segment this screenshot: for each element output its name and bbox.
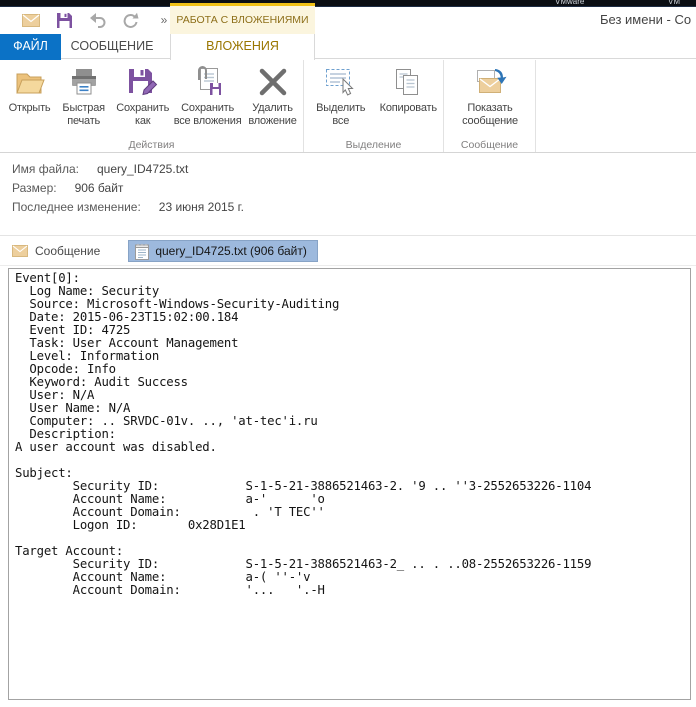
show-message-button[interactable]: Показать сообщение [448,61,532,137]
attachment-chip-selected[interactable]: query_ID4725.txt (906 байт) [128,240,318,262]
file-modified-value: 23 июня 2015 г. [159,200,244,214]
button-label: Сохранить все вложения [174,102,242,128]
ribbon-group-label: Выделение [304,139,443,151]
file-size-label: Размер: [12,181,57,195]
vmware-host-bar: VMware VM [0,0,696,7]
button-label: Выделить все [316,102,365,128]
file-modified-label: Последнее изменение: [12,200,141,214]
undo-icon[interactable] [88,11,106,29]
file-name-row: Имя файла: query_ID4725.txt [12,162,696,181]
window-title: Без имени - Со [600,12,691,27]
select-all-button[interactable]: Выделить все [308,61,374,137]
message-view-label: Сообщение [35,244,100,258]
mail-icon [12,245,28,257]
save-all-attachments-icon [191,64,225,100]
ribbon-tab-row: ФАЙЛ СООБЩЕНИЕ ВЛОЖЕНИЯ [0,34,696,59]
show-message-icon [473,64,507,100]
title-bar: » Без имени - Со [0,7,696,33]
text-file-icon [135,243,149,260]
save-as-icon [127,64,159,100]
save-all-attachments-button[interactable]: Сохранить все вложения [173,61,242,137]
mail-icon[interactable] [22,11,40,29]
button-label: Сохранить как [116,102,169,128]
tab-message[interactable]: СООБЩЕНИЕ [61,34,163,59]
open-button[interactable]: Открыть [4,61,55,137]
ribbon-group-label: Действия [0,139,303,151]
quick-print-icon [69,64,99,100]
button-label: Удалить вложение [248,102,296,128]
attachment-chip-label: query_ID4725.txt (906 байт) [155,244,307,258]
attachment-strip: Сообщение query_ID4725.txt (906 байт) [0,237,696,266]
tab-attachments[interactable]: ВЛОЖЕНИЯ [170,34,315,60]
ribbon-group-selection: Выделить все Копировать Выделение [304,60,444,152]
button-label: Показать сообщение [462,102,518,128]
attachment-text-content: Event[0]: Log Name: Security Source: Mic… [15,272,690,597]
vmware-label: VMware [555,0,584,6]
copy-button[interactable]: Копировать [374,61,443,137]
attachment-preview-pane[interactable]: Event[0]: Log Name: Security Source: Mic… [8,268,691,700]
file-size-row: Размер: 906 байт [12,181,696,200]
save-icon[interactable] [55,11,73,29]
file-info-panel: Имя файла: query_ID4725.txt Размер: 906 ба… [0,154,696,236]
contextual-tab-header: РАБОТА С ВЛОЖЕНИЯМИ [170,3,315,34]
quick-access-toolbar: » [22,7,172,33]
open-folder-icon [14,64,46,100]
save-as-button[interactable]: Сохранить как [112,61,173,137]
copy-icon [393,64,423,100]
vmware-label: VM [668,0,680,6]
ribbon-group-actions: Открыть Быстрая печать Сохранить как Сох… [0,60,304,152]
file-size-value: 906 байт [75,181,124,195]
delete-attachment-icon [258,64,288,100]
button-label: Открыть [9,102,51,115]
tab-file[interactable]: ФАЙЛ [0,34,61,60]
ribbon-group-message: Показать сообщение Сообщение [444,60,536,152]
button-label: Быстрая печать [62,102,104,128]
quick-print-button[interactable]: Быстрая печать [55,61,112,137]
select-all-icon [324,64,358,100]
file-name-value: query_ID4725.txt [97,162,188,176]
outlook-attachment-window: VMware VM » Без имени - Со РАБОТА С ВЛОЖ… [0,0,696,707]
delete-attachment-button[interactable]: Удалить вложение [242,61,303,137]
file-name-label: Имя файла: [12,162,79,176]
button-label: Копировать [380,102,437,115]
file-modified-row: Последнее изменение: 23 июня 2015 г. [12,200,696,219]
ribbon: Открыть Быстрая печать Сохранить как Сох… [0,60,696,153]
message-view-button[interactable]: Сообщение [12,244,100,258]
ribbon-group-label: Сообщение [444,139,535,151]
redo-icon[interactable] [121,11,139,29]
